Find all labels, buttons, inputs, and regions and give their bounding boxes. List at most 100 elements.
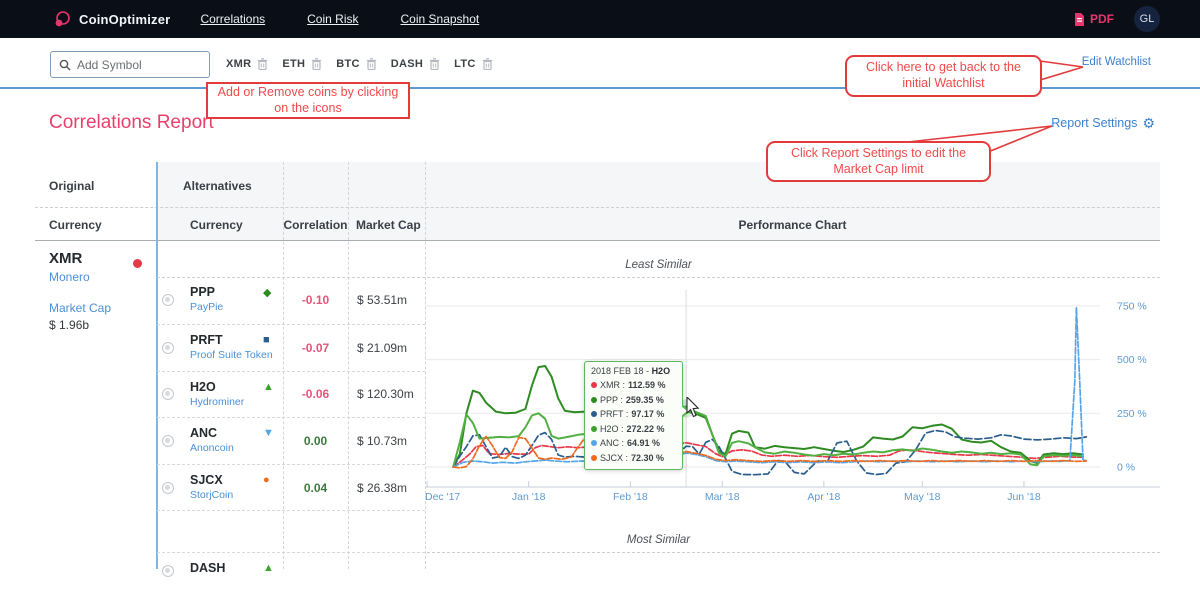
watchlist-coin-dash: DASH	[391, 58, 440, 70]
edit-watchlist-link[interactable]: Edit Watchlist	[1082, 56, 1151, 68]
x-axis-tick-label: Mar '18	[705, 491, 740, 503]
correlation-column-header: Correlation	[283, 218, 348, 232]
tooltip-entry-sjcx: SJCX : 72.30 %	[591, 451, 676, 466]
select-coin-radio[interactable]	[162, 388, 174, 400]
coin-name: PayPie	[190, 301, 223, 313]
select-coin-radio[interactable]	[162, 294, 174, 306]
select-coin-radio[interactable]	[162, 435, 174, 447]
annotation-text: Click Report Settings to edit the	[768, 146, 989, 162]
series-color-dot	[591, 382, 597, 388]
coin-name: StorjCoin	[190, 489, 233, 501]
performance-chart-column-header: Performance Chart	[425, 218, 1160, 232]
market-cap-value: $ 26.38m	[357, 465, 407, 510]
tooltip-series-name: SJCX :	[600, 453, 628, 463]
tooltip-entry-anc: ANC : 64.91 %	[591, 436, 676, 451]
chart-tooltip: 2018 FEB 18 - H2O XMR : 112.59 %PPP : 25…	[584, 361, 683, 470]
series-line-xmr	[453, 443, 1083, 467]
original-symbol: XMR	[49, 250, 111, 267]
user-avatar[interactable]: GL	[1134, 6, 1160, 32]
y-axis-tick-label: 0 %	[1117, 462, 1135, 474]
coin-name: Proof Suite Token	[190, 349, 273, 361]
table-row-h2o[interactable]: H2OHydrominer▲-0.06$ 120.30m	[157, 371, 425, 418]
nav-link-correlations[interactable]: Correlations	[200, 12, 265, 26]
series-color-dot	[591, 411, 597, 417]
remove-coin-icon[interactable]	[366, 58, 377, 70]
tooltip-series-value: 64.91 %	[627, 438, 660, 448]
watchlist-coin-xmr: XMR	[226, 58, 268, 70]
original-coin-panel: XMR Monero Market Cap $ 1.96b	[49, 250, 111, 332]
x-axis-tick-label: Jun '18	[1007, 491, 1041, 503]
coin-symbol: XMR	[226, 58, 251, 70]
coin-name: Anoncoin	[190, 442, 234, 454]
table-row-prft[interactable]: PRFTProof Suite Token■-0.07$ 21.09m	[157, 324, 425, 371]
series-marker-icon	[133, 259, 142, 268]
select-coin-radio[interactable]	[162, 565, 174, 577]
remove-coin-icon[interactable]	[257, 58, 268, 70]
annotation-text: initial Watchlist	[847, 76, 1040, 92]
select-coin-radio[interactable]	[162, 342, 174, 354]
x-axis-tick-label: May '18	[904, 491, 941, 503]
x-axis-tick-label: Dec '17	[425, 491, 460, 503]
market-cap-value: $ 120.30m	[357, 372, 414, 418]
coin-symbol: ANC	[190, 426, 217, 440]
pdf-file-icon	[1074, 13, 1085, 26]
remove-coin-icon[interactable]	[482, 58, 493, 70]
select-coin-radio[interactable]	[162, 482, 174, 494]
table-row-ppp[interactable]: PPP PayPie ◆ -0.10$ 53.51m	[157, 277, 425, 324]
x-axis-tick-label: Feb '18	[613, 491, 648, 503]
tooltip-series-value: 259.35 %	[626, 395, 664, 405]
pdf-label: PDF	[1090, 12, 1114, 26]
coin-symbol: DASH	[190, 561, 225, 575]
table-row-anc[interactable]: ANCAnoncoin▼0.00$ 10.73m	[157, 417, 425, 464]
original-name: Monero	[49, 270, 111, 284]
coin-name: Hydrominer	[190, 396, 244, 408]
market-cap-value: $ 53.51m	[357, 277, 407, 324]
correlation-value: -0.06	[283, 372, 348, 418]
series-color-dot	[591, 440, 597, 446]
remove-coin-icon[interactable]	[429, 58, 440, 70]
coinoptimizer-logo-icon[interactable]	[54, 10, 72, 28]
brand-name[interactable]: CoinOptimizer	[79, 12, 170, 27]
divider	[35, 207, 1160, 208]
annotation-report-settings: Click Report Settings to edit the Market…	[766, 141, 991, 182]
annotation-add-remove-coins: Add or Remove coins by clicking on the i…	[206, 82, 410, 119]
correlation-value: -0.10	[283, 277, 348, 324]
table-row-dash[interactable]: DASH▲	[157, 552, 425, 598]
coin-symbol: PPP	[190, 285, 215, 299]
pdf-button[interactable]: PDF	[1074, 12, 1114, 26]
series-marker-icon: ◆	[263, 286, 271, 299]
annotation-text: on the icons	[208, 101, 408, 117]
coin-symbol: DASH	[391, 58, 423, 70]
watchlist-coin-eth: ETH	[282, 58, 322, 70]
top-navbar: CoinOptimizer Correlations Coin Risk Coin …	[0, 0, 1200, 38]
coin-symbol: H2O	[190, 380, 216, 394]
annotation-text: Click here to get back to the	[847, 60, 1040, 76]
table-row-sjcx[interactable]: SJCXStorjCoin●0.04$ 26.38m	[157, 464, 425, 511]
alternatives-section-label: Alternatives	[183, 179, 252, 193]
tooltip-series-name: PRFT :	[600, 409, 628, 419]
annotation-edit-watchlist: Click here to get back to the initial Wa…	[845, 55, 1042, 97]
nav-link-coin-risk[interactable]: Coin Risk	[307, 12, 358, 26]
report-settings-label: Report Settings	[1051, 116, 1137, 130]
navbar-right: PDF GL	[1074, 0, 1160, 38]
add-symbol-searchbox[interactable]	[50, 51, 210, 78]
currency-column-header: Currency	[190, 218, 243, 232]
tooltip-arrow	[681, 406, 687, 416]
original-currency-column-header: Currency	[49, 218, 102, 232]
tooltip-series-value: 112.59 %	[628, 380, 666, 390]
y-axis-tick-label: 750 %	[1117, 300, 1147, 312]
remove-coin-icon[interactable]	[311, 58, 322, 70]
nav-link-coin-snapshot[interactable]: Coin Snapshot	[401, 12, 480, 26]
coin-symbol: LTC	[454, 58, 475, 70]
tooltip-series-name: ANC :	[600, 438, 624, 448]
series-color-dot	[591, 455, 597, 461]
add-symbol-input[interactable]	[77, 58, 197, 72]
performance-chart[interactable]: Dec '17Jan '18Feb '18Mar '18Apr '18May '…	[425, 245, 1160, 520]
tooltip-title: 2018 FEB 18 - H2O	[591, 366, 676, 376]
page-title: Correlations Report	[49, 112, 214, 134]
report-settings-link[interactable]: Report Settings ⚙	[1051, 116, 1155, 130]
tooltip-entry-prft: PRFT : 97.17 %	[591, 407, 676, 422]
series-marker-icon: ▼	[263, 427, 274, 439]
tooltip-series-value: 272.22 %	[627, 424, 665, 434]
page: { "navbar": { "brand": "CoinOptimizer", …	[0, 0, 1200, 569]
